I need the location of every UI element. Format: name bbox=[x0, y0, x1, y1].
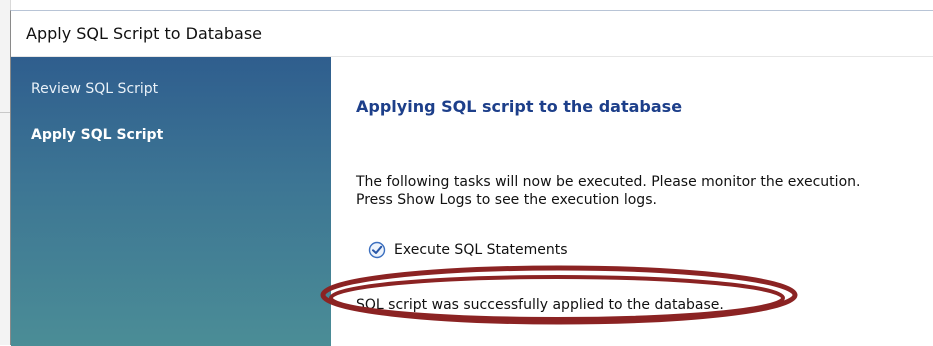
instructions-text: The following tasks will now be executed… bbox=[356, 173, 860, 209]
highlight-annotation-ellipse bbox=[320, 265, 798, 325]
sidebar-item-review-sql-script[interactable]: Review SQL Script bbox=[31, 81, 158, 97]
dialog-title: Apply SQL Script to Database bbox=[26, 24, 262, 43]
task-item-execute-sql-statements: Execute SQL Statements bbox=[368, 239, 568, 261]
instructions-line-2: Press Show Logs to see the execution log… bbox=[356, 192, 657, 208]
check-circle-icon bbox=[368, 241, 386, 259]
page-title: Applying SQL script to the database bbox=[356, 97, 683, 116]
dialog-titlebar[interactable]: Apply SQL Script to Database bbox=[11, 11, 933, 57]
instructions-line-1: The following tasks will now be executed… bbox=[356, 174, 861, 190]
sidebar-item-apply-sql-script[interactable]: Apply SQL Script bbox=[31, 127, 163, 143]
background-divider bbox=[0, 112, 10, 113]
wizard-sidebar: Review SQL Script Apply SQL Script bbox=[11, 57, 331, 346]
task-label: Execute SQL Statements bbox=[394, 242, 568, 258]
